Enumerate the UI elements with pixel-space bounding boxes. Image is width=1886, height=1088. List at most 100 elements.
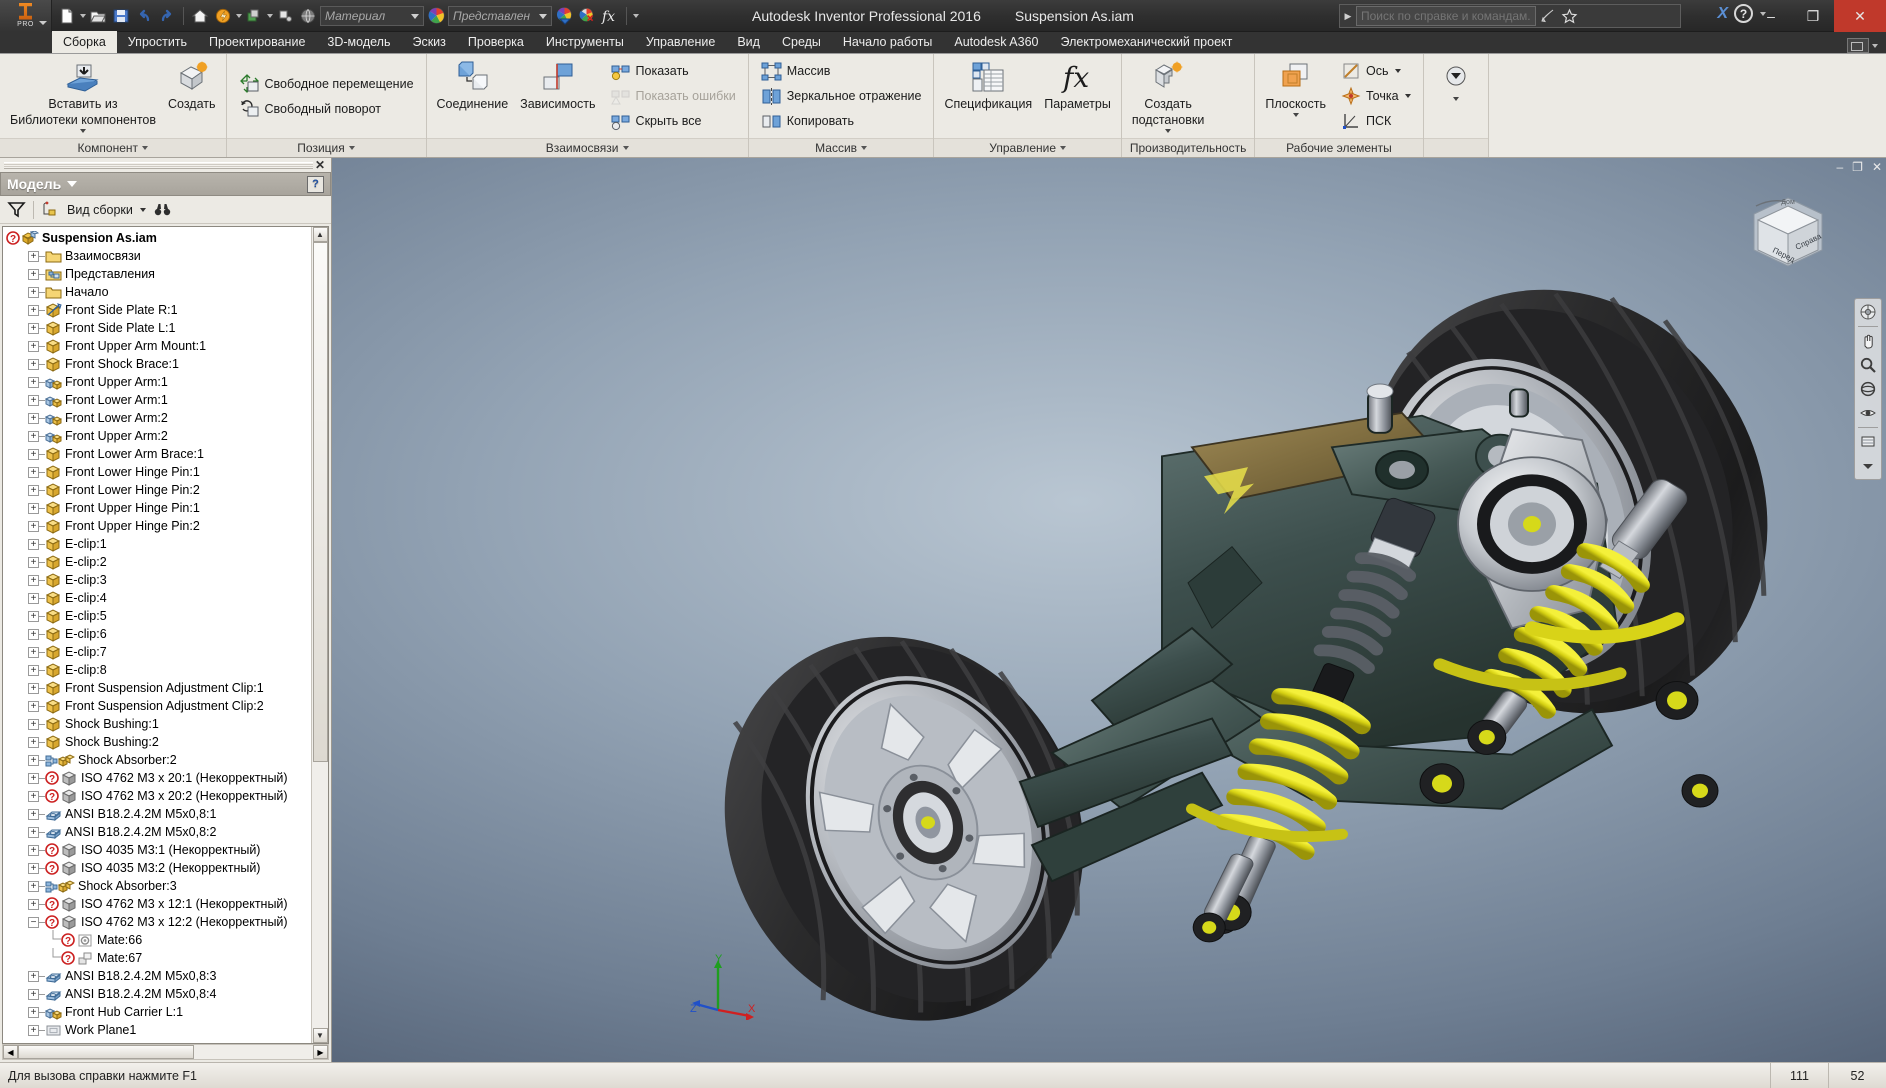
tree-node[interactable]: + Shock Bushing:2: [3, 733, 311, 751]
new-file-icon[interactable]: [56, 5, 78, 27]
tree-node[interactable]: + ANSI B18.2.4.2M M5x0,8:2: [3, 823, 311, 841]
ribbon-tab-1[interactable]: Упростить: [117, 31, 198, 53]
chevron-down-icon[interactable]: [1872, 43, 1878, 48]
tree-node[interactable]: −? ISO 4762 M3 x 12:2 (Некорректный): [3, 913, 311, 931]
tree-node[interactable]: + Front Hub Carrier L:1: [3, 1003, 311, 1021]
work-plane-button[interactable]: Плоскость: [1259, 56, 1332, 136]
suspension-assembly-model[interactable]: [332, 158, 1886, 1062]
tree-node[interactable]: + Front Lower Arm Brace:1: [3, 445, 311, 463]
tree-node[interactable]: + Shock Absorber:2: [3, 751, 311, 769]
tree-node[interactable]: + Front Upper Hinge Pin:1: [3, 499, 311, 517]
chevron-down-icon[interactable]: [267, 13, 273, 18]
scroll-up-button[interactable]: ▲: [312, 227, 328, 242]
expand-icon[interactable]: +: [28, 412, 39, 424]
select-icon[interactable]: [274, 5, 296, 27]
expand-icon[interactable]: +: [28, 268, 39, 280]
chevron-down-icon[interactable]: [1165, 129, 1172, 133]
tree-node[interactable]: + E-clip:6: [3, 625, 311, 643]
chevron-down-icon[interactable]: [622, 146, 629, 150]
material-combo[interactable]: Материал: [320, 5, 424, 26]
expand-icon[interactable]: +: [28, 520, 39, 532]
work-point-button[interactable]: Точка: [1336, 84, 1415, 109]
scroll-right-button[interactable]: ▶: [313, 1045, 328, 1059]
tree-node[interactable]: + Front Shock Brace:1: [3, 355, 311, 373]
tree-node[interactable]: +? ISO 4762 M3 x 20:1 (Некорректный): [3, 769, 311, 787]
tree-node[interactable]: +? ISO 4035 M3:1 (Некорректный): [3, 841, 311, 859]
ribbon-tab-0[interactable]: Сборка: [52, 31, 117, 53]
bom-button[interactable]: Спецификация: [938, 56, 1038, 136]
chevron-down-icon[interactable]: [1292, 113, 1299, 117]
tree-node[interactable]: + Front Lower Hinge Pin:1: [3, 463, 311, 481]
tree-node[interactable]: + E-clip:7: [3, 643, 311, 661]
chevron-down-icon[interactable]: [1394, 69, 1401, 73]
expand-icon[interactable]: +: [28, 340, 39, 352]
scroll-thumb-h[interactable]: [18, 1045, 194, 1059]
close-button[interactable]: ✕: [1834, 0, 1886, 32]
browser-title-bar[interactable]: Модель ?: [0, 172, 331, 196]
chevron-down-icon[interactable]: [861, 146, 868, 150]
chevron-down-icon[interactable]: [1452, 97, 1459, 101]
expand-icon[interactable]: +: [28, 808, 39, 820]
expand-icon[interactable]: +: [28, 664, 39, 676]
chevron-down-icon[interactable]: [139, 207, 146, 212]
ribbon-tab-11[interactable]: Autodesk A360: [943, 31, 1049, 53]
view-cube[interactable]: Перед Справа Дом: [1742, 190, 1834, 282]
tree-node[interactable]: + ANSI B18.2.4.2M M5x0,8:4: [3, 985, 311, 1003]
steering-wheel-icon[interactable]: [1857, 302, 1879, 322]
undo-icon[interactable]: [133, 5, 155, 27]
expand-icon[interactable]: +: [28, 628, 39, 640]
copy-button[interactable]: Копировать: [757, 109, 926, 134]
expand-icon[interactable]: +: [28, 826, 39, 838]
tree-node[interactable]: + E-clip:2: [3, 553, 311, 571]
hide-all-button[interactable]: Скрыть все: [606, 109, 740, 134]
save-icon[interactable]: [110, 5, 132, 27]
ribbon-tab-7[interactable]: Управление: [635, 31, 727, 53]
ribbon-display-options[interactable]: [1847, 38, 1886, 53]
ribbon-tab-3[interactable]: 3D-модель: [316, 31, 401, 53]
viewport-restore-button[interactable]: ❐: [1852, 160, 1863, 174]
expand-icon[interactable]: +: [28, 250, 39, 262]
tree-node[interactable]: ? Mate:66: [3, 929, 311, 949]
tree-node[interactable]: + Front Upper Arm:2: [3, 427, 311, 445]
viewport-close-button[interactable]: ✕: [1872, 160, 1882, 174]
tree-node[interactable]: + ANSI B18.2.4.2M M5x0,8:1: [3, 805, 311, 823]
application-menu-button[interactable]: PRO: [0, 0, 52, 32]
clear-appearance-icon[interactable]: [576, 5, 598, 27]
panel-label[interactable]: Позиция: [226, 138, 426, 157]
appearance-globe-icon[interactable]: [297, 5, 319, 27]
joint-button[interactable]: Соединение: [431, 56, 515, 136]
expand-icon[interactable]: +: [28, 880, 39, 892]
expand-icon[interactable]: +: [28, 592, 39, 604]
favorites-star-icon[interactable]: [1558, 5, 1580, 27]
chevron-down-icon[interactable]: [80, 129, 86, 133]
ribbon-tab-12[interactable]: Электромеханический проект: [1050, 31, 1244, 53]
tree-node[interactable]: + Front Upper Arm Mount:1: [3, 337, 311, 355]
expand-icon[interactable]: +: [28, 502, 39, 514]
ribbon-tab-2[interactable]: Проектирование: [198, 31, 316, 53]
scroll-left-button[interactable]: ◀: [3, 1045, 18, 1059]
material-paint-icon[interactable]: [243, 5, 265, 27]
orbit-icon[interactable]: [1857, 379, 1879, 399]
mirror-button[interactable]: Зеркальное отражение: [757, 84, 926, 109]
tree-node[interactable]: + Front Lower Hinge Pin:2: [3, 481, 311, 499]
tree-node[interactable]: + Work Plane1: [3, 1021, 311, 1039]
tree-node[interactable]: + ANSI B18.2.4.2M M5x0,8:3: [3, 967, 311, 985]
tree-node[interactable]: + Front Suspension Adjustment Clip:2: [3, 697, 311, 715]
browser-tree[interactable]: ? Suspension As.iam + Взаимосвязи + Представл…: [3, 227, 311, 1043]
show-button[interactable]: Показать: [606, 59, 740, 84]
expand-icon[interactable]: +: [28, 538, 39, 550]
color-wheel-icon[interactable]: [425, 5, 447, 27]
chevron-down-icon[interactable]: [1060, 146, 1066, 150]
tree-node[interactable]: + E-clip:4: [3, 589, 311, 607]
tree-node[interactable]: + Начало: [3, 283, 311, 301]
qat-customize-icon[interactable]: [633, 13, 639, 18]
work-axis-button[interactable]: Ось: [1336, 59, 1415, 84]
chevron-down-icon[interactable]: [236, 13, 242, 18]
expand-icon[interactable]: +: [28, 466, 39, 478]
ribbon-tab-9[interactable]: Среды: [771, 31, 832, 53]
panel-label[interactable]: Управление: [934, 138, 1121, 157]
tree-node[interactable]: + Shock Bushing:1: [3, 715, 311, 733]
open-file-icon[interactable]: [87, 5, 109, 27]
tree-node[interactable]: + Взаимосвязи: [3, 247, 311, 265]
chevron-down-icon[interactable]: [1404, 94, 1411, 98]
